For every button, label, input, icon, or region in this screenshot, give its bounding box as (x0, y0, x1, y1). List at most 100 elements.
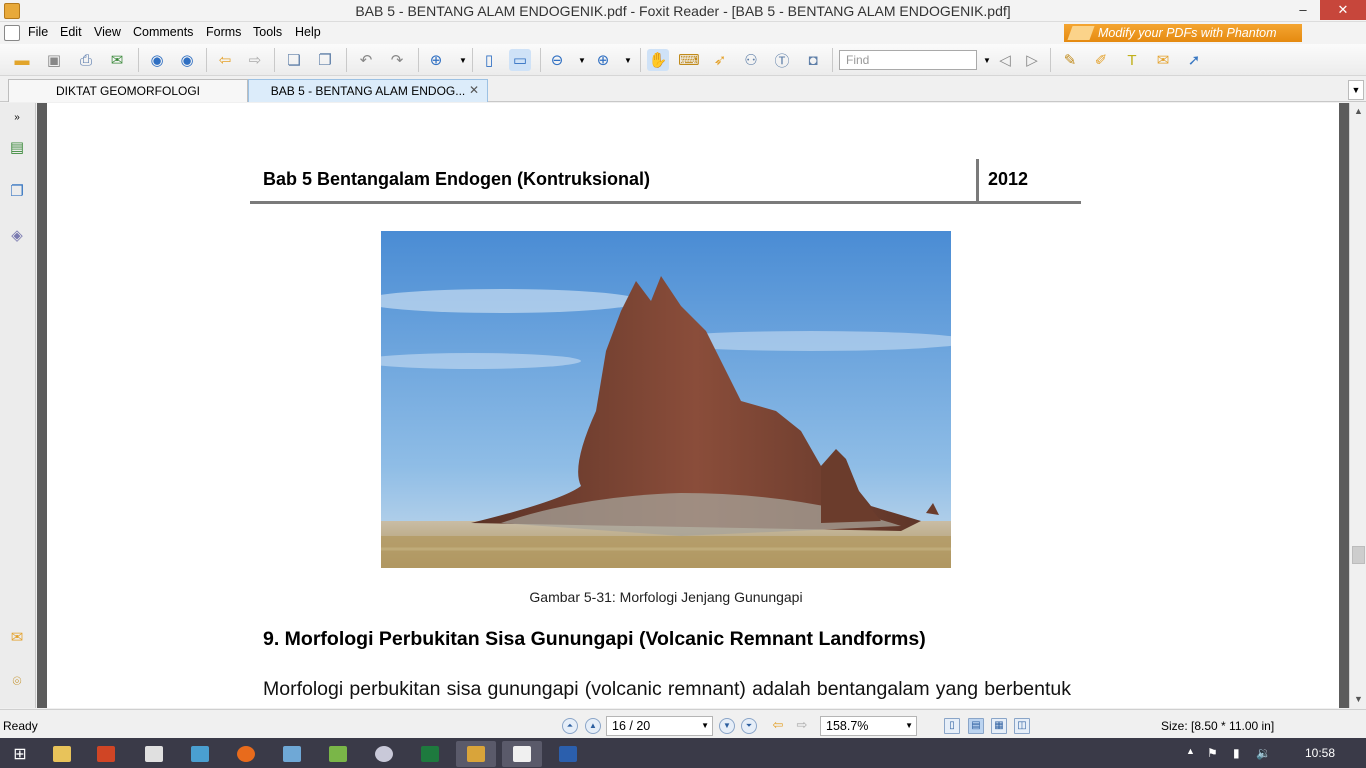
undo-icon[interactable]: ↶ (355, 49, 377, 71)
last-page-icon[interactable]: ⏷ (741, 718, 757, 734)
highlight-icon[interactable]: ✐ (1090, 49, 1112, 71)
window-title: BAB 5 - BENTANG ALAM ENDOGENIK.pdf - Fox… (355, 3, 1011, 19)
vertical-scrollbar[interactable]: ▲ ▼ (1349, 103, 1366, 708)
page-number-field[interactable]: 16 / 20 ▼ (606, 716, 713, 736)
pages-icon[interactable]: ❐ (6, 179, 28, 203)
forward-icon[interactable]: ⇨ (244, 49, 266, 71)
print-icon[interactable]: ⎙ (75, 49, 97, 71)
tab-bab-5[interactable]: BAB 5 - BENTANG ALAM ENDOG... ✕ (248, 79, 488, 102)
previous-page-icon[interactable]: ▲ (585, 718, 601, 734)
first-page-icon[interactable]: ⏶ (562, 718, 578, 734)
save-icon[interactable]: ▣ (43, 49, 65, 71)
select-icon[interactable]: ➶ (709, 49, 731, 71)
pen-icon[interactable]: ✎ (1059, 49, 1081, 71)
menu-tools[interactable]: Tools (253, 25, 282, 39)
zoom-out-icon[interactable]: ⊖ (546, 49, 568, 71)
comments-panel-icon[interactable]: ✉ (6, 625, 28, 649)
attachments-icon[interactable]: ⌾ (6, 669, 28, 693)
tab-list-dropdown-icon[interactable]: ▼ (1348, 80, 1364, 100)
email-icon[interactable]: ✉ (106, 49, 128, 71)
pdf-page: Bab 5 Bentangalam Endogen (Kontruksional… (47, 103, 1339, 708)
tray-expand-icon[interactable]: ▲ (1186, 746, 1195, 756)
volume-icon[interactable]: 🔉 (1256, 746, 1271, 760)
status-bar: Ready ⏶ ▲ 16 / 20 ▼ ▼ ⏷ ⇦ ⇨ 158.7% ▼ ▯ ▤… (0, 709, 1366, 738)
close-button[interactable]: ✕ (1320, 0, 1366, 20)
menu-forms[interactable]: Forms (206, 25, 241, 39)
typewriter-icon[interactable]: T (1121, 49, 1143, 71)
camera-icon[interactable]: ◘ (802, 49, 824, 71)
header-divider (976, 159, 979, 203)
clock[interactable]: 10:58 (1305, 746, 1335, 760)
insert-icon[interactable]: ❐ (314, 49, 336, 71)
pdf-tool-icon[interactable] (134, 741, 174, 767)
find-input[interactable]: Find (839, 50, 977, 70)
main-toolbar: ▬ ▣ ⎙ ✉ ◉ ◉ ⇦ ⇨ ❏ ❐ ↶ ↷ ⊕ ▼ ▯ ▭ ⊖ ▼ ⊕ ▼ … (0, 44, 1366, 76)
page-down-icon[interactable]: ◉ (176, 49, 198, 71)
tab-label: DIKTAT GEOMORFOLOGI (55, 84, 200, 98)
zoom-level-field[interactable]: 158.7% ▼ (820, 716, 917, 736)
scroll-thumb[interactable] (1352, 546, 1365, 564)
find-next-icon[interactable]: ▷ (1021, 49, 1043, 71)
green-app-icon[interactable] (318, 741, 358, 767)
fit-width-icon[interactable]: ▭ (509, 49, 531, 71)
facing-icon[interactable]: ▦ (991, 718, 1007, 734)
menu-file[interactable]: File (28, 25, 48, 39)
arrow-icon[interactable]: ➚ (1183, 49, 1205, 71)
next-page-icon[interactable]: ▼ (719, 718, 735, 734)
excel-icon[interactable] (410, 741, 450, 767)
menu-edit[interactable]: Edit (60, 25, 82, 39)
zoom-plus-dropdown-icon[interactable]: ▼ (617, 49, 639, 71)
find-prev-icon[interactable]: ◁ (994, 49, 1016, 71)
powerpoint-icon[interactable] (86, 741, 126, 767)
previous-view-icon[interactable]: ⇦ (770, 718, 786, 734)
hand-icon[interactable]: ✋ (647, 49, 669, 71)
xmind-icon[interactable] (456, 741, 496, 767)
start-icon[interactable]: ⊞ (0, 741, 40, 767)
restore-button[interactable] (1290, 0, 1320, 20)
page-up-icon[interactable]: ◉ (146, 49, 168, 71)
network-tool-icon[interactable] (180, 741, 220, 767)
back-icon[interactable]: ⇦ (214, 49, 236, 71)
continuous-icon[interactable]: ▤ (968, 718, 984, 734)
bookmarks-icon[interactable]: ▤ (6, 135, 28, 159)
zoom-level-value: 158.7% (826, 719, 869, 733)
zoom-dropdown-icon[interactable]: ▼ (452, 49, 474, 71)
redo-icon[interactable]: ↷ (386, 49, 408, 71)
open-icon[interactable]: ▬ (11, 49, 33, 71)
zoom-plus-icon[interactable]: ⊕ (592, 49, 614, 71)
chevron-down-icon[interactable]: ▼ (905, 721, 913, 730)
page-size-text: Size: [8.50 * 11.00 in] (1161, 719, 1275, 733)
foxit-reader-icon[interactable] (502, 741, 542, 767)
single-page-icon[interactable]: ▯ (944, 718, 960, 734)
document-viewer[interactable]: Bab 5 Bentangalam Endogen (Kontruksional… (37, 103, 1349, 708)
scroll-down-icon[interactable]: ▼ (1350, 694, 1366, 704)
close-tab-icon[interactable]: ✕ (469, 83, 479, 97)
file-explorer-icon[interactable] (42, 741, 82, 767)
snapshot-text-icon[interactable]: ⌨ (678, 49, 700, 71)
layers-icon[interactable]: ◈ (6, 223, 28, 247)
network-icon[interactable]: ▮ (1233, 746, 1240, 760)
chevron-down-icon[interactable]: ▼ (701, 721, 709, 730)
text-select-icon[interactable]: Ⓣ (771, 49, 793, 71)
zoom-in-icon[interactable]: ⊕ (425, 49, 447, 71)
expand-panel-icon[interactable]: » (6, 105, 28, 129)
page-fit-icon[interactable]: ▯ (478, 49, 500, 71)
tab-diktat-geomorfologi[interactable]: DIKTAT GEOMORFOLOGI (8, 79, 248, 102)
action-center-icon[interactable]: ⚑ (1207, 746, 1218, 760)
firefox-icon[interactable] (226, 741, 266, 767)
paint-app-icon[interactable] (364, 741, 404, 767)
keyboard-icon[interactable] (272, 741, 312, 767)
menu-comments[interactable]: Comments (133, 25, 193, 39)
next-view-icon[interactable]: ⇨ (794, 718, 810, 734)
continuous-facing-icon[interactable]: ◫ (1014, 718, 1030, 734)
scroll-up-icon[interactable]: ▲ (1350, 106, 1366, 116)
phantom-ad-banner[interactable]: Modify your PDFs with Phantom (1064, 24, 1302, 42)
word-icon[interactable] (548, 741, 588, 767)
menu-view[interactable]: View (94, 25, 121, 39)
extract-icon[interactable]: ❏ (283, 49, 305, 71)
note-icon[interactable]: ✉ (1152, 49, 1174, 71)
zoom-out-dropdown-icon[interactable]: ▼ (571, 49, 593, 71)
menu-help[interactable]: Help (295, 25, 321, 39)
document-menu-icon[interactable] (4, 25, 20, 41)
find-binoculars-icon[interactable]: ⚇ (740, 49, 762, 71)
